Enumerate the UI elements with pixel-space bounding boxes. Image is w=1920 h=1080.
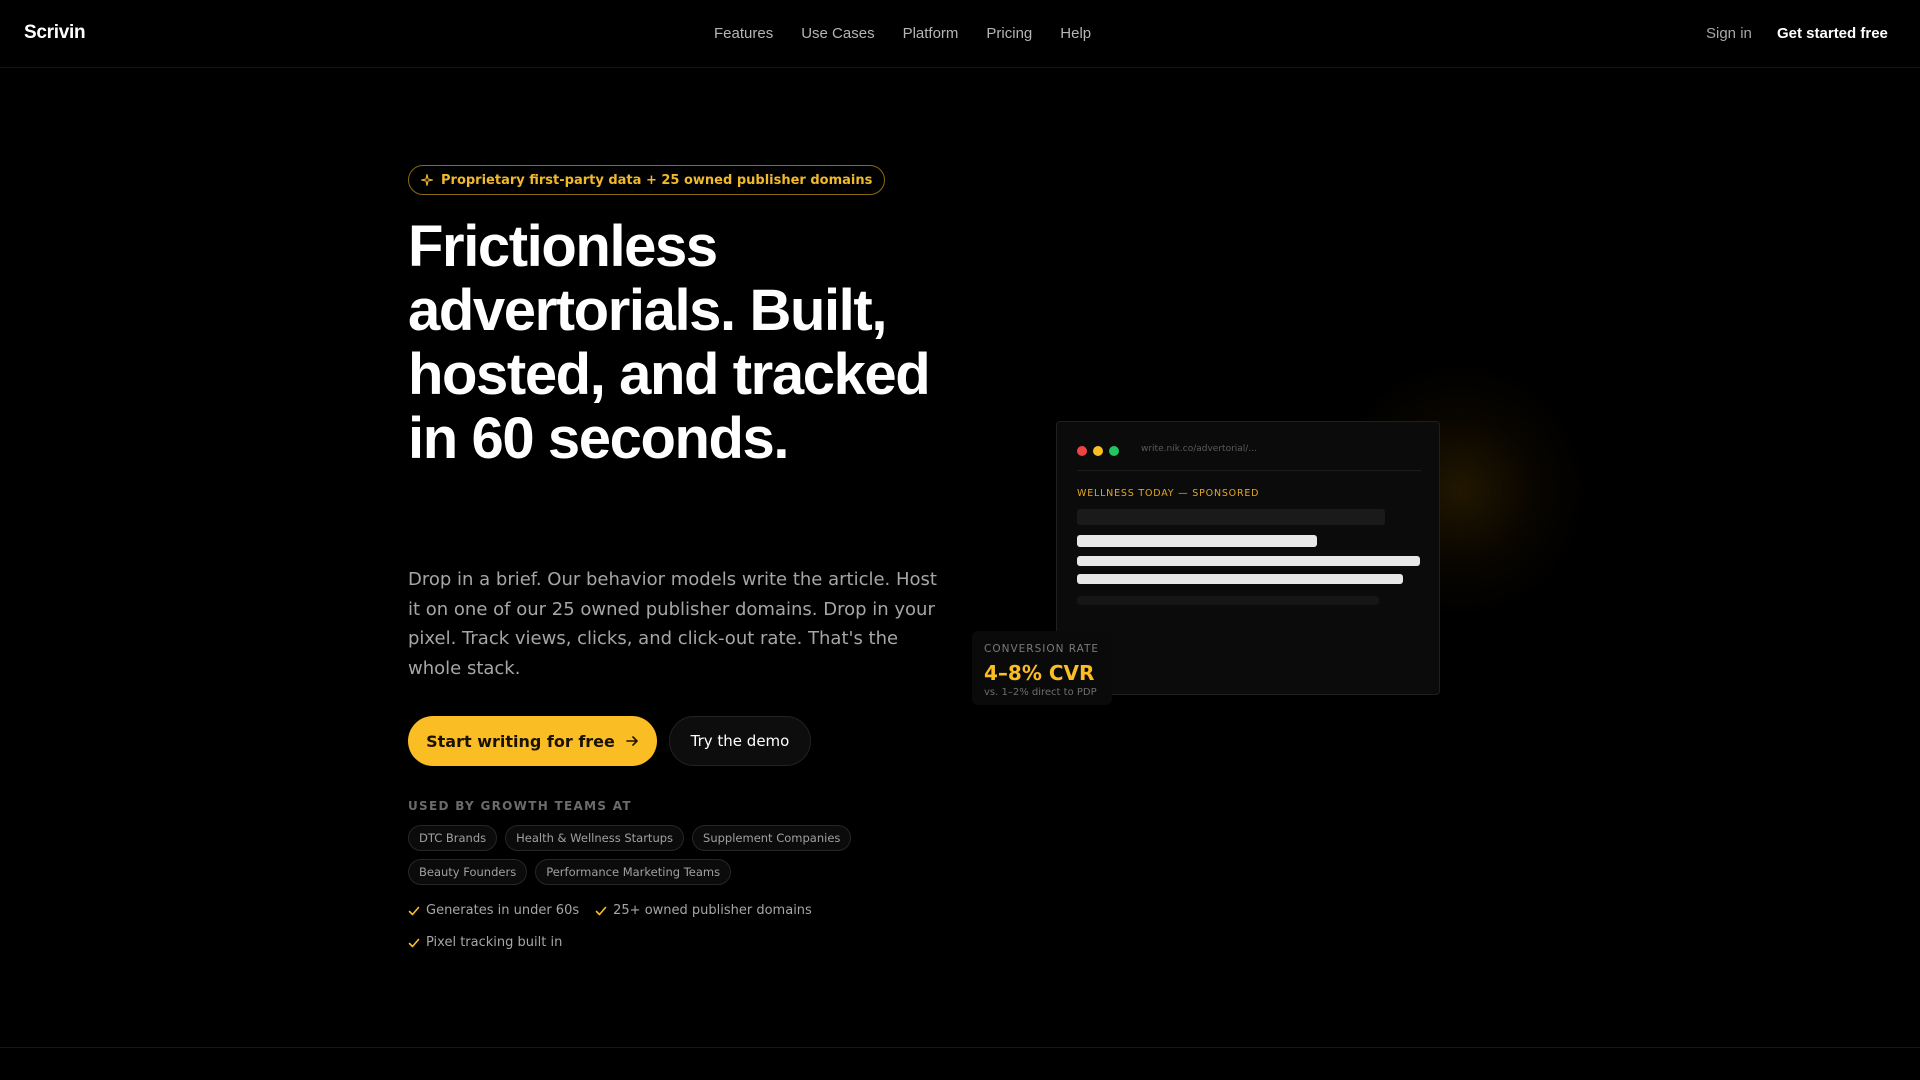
audience-tag: Health & Wellness Startups bbox=[505, 825, 685, 851]
nav-link-help[interactable]: Help bbox=[1060, 25, 1091, 42]
preview-kicker: WELLNESS TODAY — SPONSORED bbox=[1077, 488, 1260, 499]
feature-check-label: Generates in under 60s bbox=[426, 903, 580, 918]
check-icon bbox=[595, 906, 607, 915]
audience-tag: Performance Marketing Teams bbox=[535, 859, 732, 885]
nav-link-platform[interactable]: Platform bbox=[903, 25, 959, 42]
window-dot-green bbox=[1109, 446, 1119, 456]
section-divider bbox=[0, 1047, 1920, 1048]
audience-tag: Supplement Companies bbox=[692, 825, 852, 851]
check-icon bbox=[408, 906, 420, 915]
hero-lede: Drop in a brief. Our behavior models wri… bbox=[408, 569, 937, 679]
top-nav: Scrivin Features Use Cases Platform Pric… bbox=[0, 0, 1920, 68]
used-by-label: USED BY GROWTH TEAMS AT bbox=[408, 799, 632, 813]
hero-badge: Proprietary first-party data + 25 owned … bbox=[408, 165, 886, 195]
nav-link-features[interactable]: Features bbox=[714, 25, 773, 42]
nav-link-pricing[interactable]: Pricing bbox=[986, 25, 1032, 42]
feature-check-label: Pixel tracking built in bbox=[426, 935, 563, 950]
arrow-right-icon bbox=[626, 736, 638, 746]
hero-badge-label: Proprietary first-party data + 25 owned … bbox=[441, 172, 873, 188]
preview-skeleton-line bbox=[1077, 535, 1317, 547]
preview-skeleton-line bbox=[1077, 574, 1403, 584]
audience-tags-row-1: DTC Brands Health & Wellness Startups Su… bbox=[408, 825, 852, 851]
feature-checks-row-1: Generates in under 60s 25+ owned publish… bbox=[408, 903, 812, 918]
start-writing-button[interactable]: Start writing for free bbox=[408, 716, 657, 766]
feature-check-label: 25+ owned publisher domains bbox=[613, 903, 812, 918]
try-demo-button[interactable]: Try the demo bbox=[669, 716, 811, 766]
conversion-stat-card: CONVERSION RATE 4–8% CVR vs. 1–2% direct… bbox=[972, 631, 1112, 705]
article-preview-window: write.nik.co/advertorial/... WELLNESS TO… bbox=[1056, 421, 1440, 695]
sign-in-link[interactable]: Sign in bbox=[1706, 25, 1752, 42]
stat-subtext: vs. 1–2% direct to PDP bbox=[984, 687, 1097, 698]
preview-skeleton-title bbox=[1077, 509, 1385, 525]
start-writing-label: Start writing for free bbox=[426, 731, 615, 751]
stat-value: 4–8% CVR bbox=[984, 661, 1095, 685]
preview-skeleton-line bbox=[1077, 596, 1379, 605]
feature-checks-row-2: Pixel tracking built in bbox=[408, 935, 562, 950]
hero-headline: Frictionless advertorials. Built, hosted… bbox=[408, 214, 931, 471]
feature-check: 25+ owned publisher domains bbox=[595, 903, 812, 918]
preview-url: write.nik.co/advertorial/... bbox=[1141, 444, 1257, 454]
nav-links: Features Use Cases Platform Pricing Help bbox=[714, 25, 1091, 42]
get-started-link[interactable]: Get started free bbox=[1777, 25, 1888, 42]
feature-check: Pixel tracking built in bbox=[408, 935, 562, 950]
logo[interactable]: Scrivin bbox=[24, 22, 86, 44]
audience-tag: Beauty Founders bbox=[408, 859, 528, 885]
check-icon bbox=[408, 938, 420, 947]
preview-skeleton-line bbox=[1077, 556, 1420, 566]
audience-tag: DTC Brands bbox=[408, 825, 498, 851]
nav-link-use-cases[interactable]: Use Cases bbox=[801, 25, 874, 42]
window-dot-red bbox=[1077, 446, 1087, 456]
sparkle-icon bbox=[421, 174, 433, 186]
window-controls bbox=[1077, 446, 1119, 456]
stat-label: CONVERSION RATE bbox=[984, 643, 1100, 655]
preview-divider bbox=[1077, 470, 1421, 471]
audience-tags-row-2: Beauty Founders Performance Marketing Te… bbox=[408, 859, 732, 885]
window-dot-yellow bbox=[1093, 446, 1103, 456]
feature-check: Generates in under 60s bbox=[408, 903, 579, 918]
